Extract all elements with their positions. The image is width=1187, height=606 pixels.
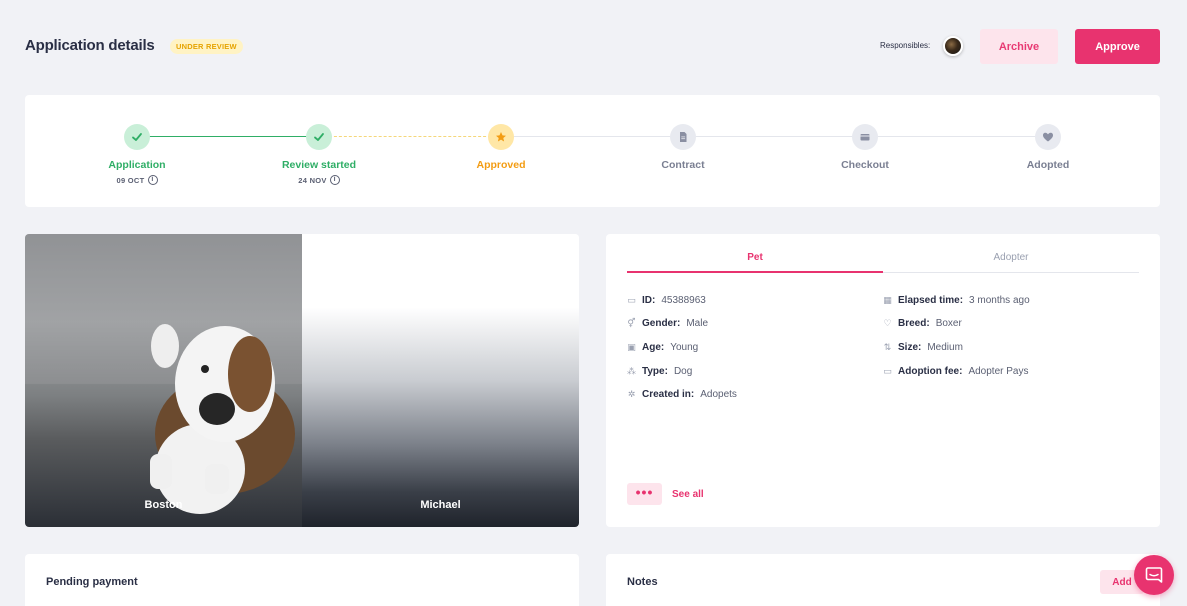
chat-button[interactable] [1134,555,1174,595]
step-date: 09 OCT i [77,175,197,185]
step-adopted: Adopted [988,124,1108,171]
wallet-icon [852,124,878,150]
step-checkout: Checkout [805,124,925,171]
check-icon [124,124,150,150]
field-value: Adopets [700,389,737,400]
field-value: Medium [927,342,963,353]
field-label: Age: [642,342,665,353]
step-label: Contract [661,159,705,171]
pet-photos: Boston Michael [25,234,579,527]
page-header: Application details UNDER REVIEW Respons… [25,29,1160,65]
field-type: ⁂ Type: Dog [627,366,692,377]
calendar-icon: ▣ [627,342,636,352]
status-badge: UNDER REVIEW [170,39,243,54]
avatar[interactable] [943,36,963,56]
step-connector [501,136,1048,137]
field-adoption-fee: ▭ Adoption fee: Adopter Pays [883,366,1028,377]
field-value: 3 months ago [969,295,1030,306]
info-icon[interactable]: i [329,175,340,185]
field-id: ▭ ID: 45388963 [627,295,706,306]
field-breed: ♡ Breed: Boxer [883,318,962,329]
pet-name-boston: Boston [144,499,183,511]
payment-title: Pending payment [46,576,138,588]
heart-outline-icon: ♡ [883,318,892,328]
field-label: Adoption fee: [898,366,963,377]
pending-payment-card: Pending payment [25,554,579,606]
paw-icon: ⁂ [627,366,636,376]
step-date-text: 09 OCT [116,175,145,185]
notes-title: Notes [627,576,658,588]
field-label: Breed: [898,318,930,329]
step-label: Approved [476,159,526,171]
step-approved: Approved [441,124,561,171]
check-icon [306,124,332,150]
star-icon [488,124,514,150]
step-application: Application 09 OCT i [77,124,197,185]
tab-adopter[interactable]: Adopter [883,248,1139,273]
field-label: Created in: [642,389,695,400]
notes-card: Notes Add [606,554,1160,606]
card-icon: ▭ [627,295,636,305]
progress-stepper: Application 09 OCT i Review started 24 N… [25,95,1160,207]
sparkle-icon: ✲ [627,389,636,399]
field-value: 45388963 [661,295,706,306]
pet-photo-boston[interactable]: Boston [25,234,302,527]
see-all-link[interactable]: See all [672,489,704,500]
field-label: Gender: [642,318,681,329]
field-size: ⇅ Size: Medium [883,342,963,353]
pet-photo-michael[interactable]: Michael [302,234,579,527]
step-label: Application [108,159,166,171]
money-icon: ▭ [883,366,892,376]
pet-name-michael: Michael [420,499,461,511]
step-label: Review started [281,159,357,171]
document-icon [670,124,696,150]
dog-photo-illustration [25,234,302,514]
info-icon[interactable]: i [147,175,158,185]
calendar-icon: ▦ [883,295,892,305]
field-elapsed-time: ▦ Elapsed time: 3 months ago [883,295,1030,306]
chat-icon [1145,567,1163,583]
approve-button[interactable]: Approve [1075,29,1160,64]
size-icon: ⇅ [883,342,892,352]
step-contract: Contract [623,124,743,171]
more-options-button[interactable]: ••• [627,483,662,505]
pet-info-panel: Pet Adopter ▭ ID: 45388963 ⚥ Gender: Mal… [606,234,1160,527]
step-label: Adopted [1026,159,1070,171]
info-tabs: Pet Adopter [627,248,1139,273]
field-value: Boxer [935,318,962,329]
heart-icon [1035,124,1061,150]
field-label: Elapsed time: [898,295,964,306]
gender-icon: ⚥ [627,318,636,328]
step-label: Checkout [841,159,889,171]
page-title: Application details [25,37,155,54]
field-age: ▣ Age: Young [627,342,698,353]
field-label: Type: [642,366,668,377]
step-date: 24 NOV i [259,175,379,185]
field-gender: ⚥ Gender: Male [627,318,708,329]
step-date-text: 24 NOV [298,175,327,185]
field-value: Dog [673,366,693,377]
field-value: Young [670,342,699,353]
field-value: Adopter Pays [968,366,1029,377]
field-value: Male [686,318,709,329]
responsibles-label: Responsibles: [880,41,931,50]
field-label: Size: [898,342,922,353]
field-created-in: ✲ Created in: Adopets [627,389,737,400]
tab-pet[interactable]: Pet [627,248,883,273]
archive-button[interactable]: Archive [980,29,1058,64]
field-label: ID: [642,295,656,306]
step-review-started: Review started 24 NOV i [259,124,379,185]
